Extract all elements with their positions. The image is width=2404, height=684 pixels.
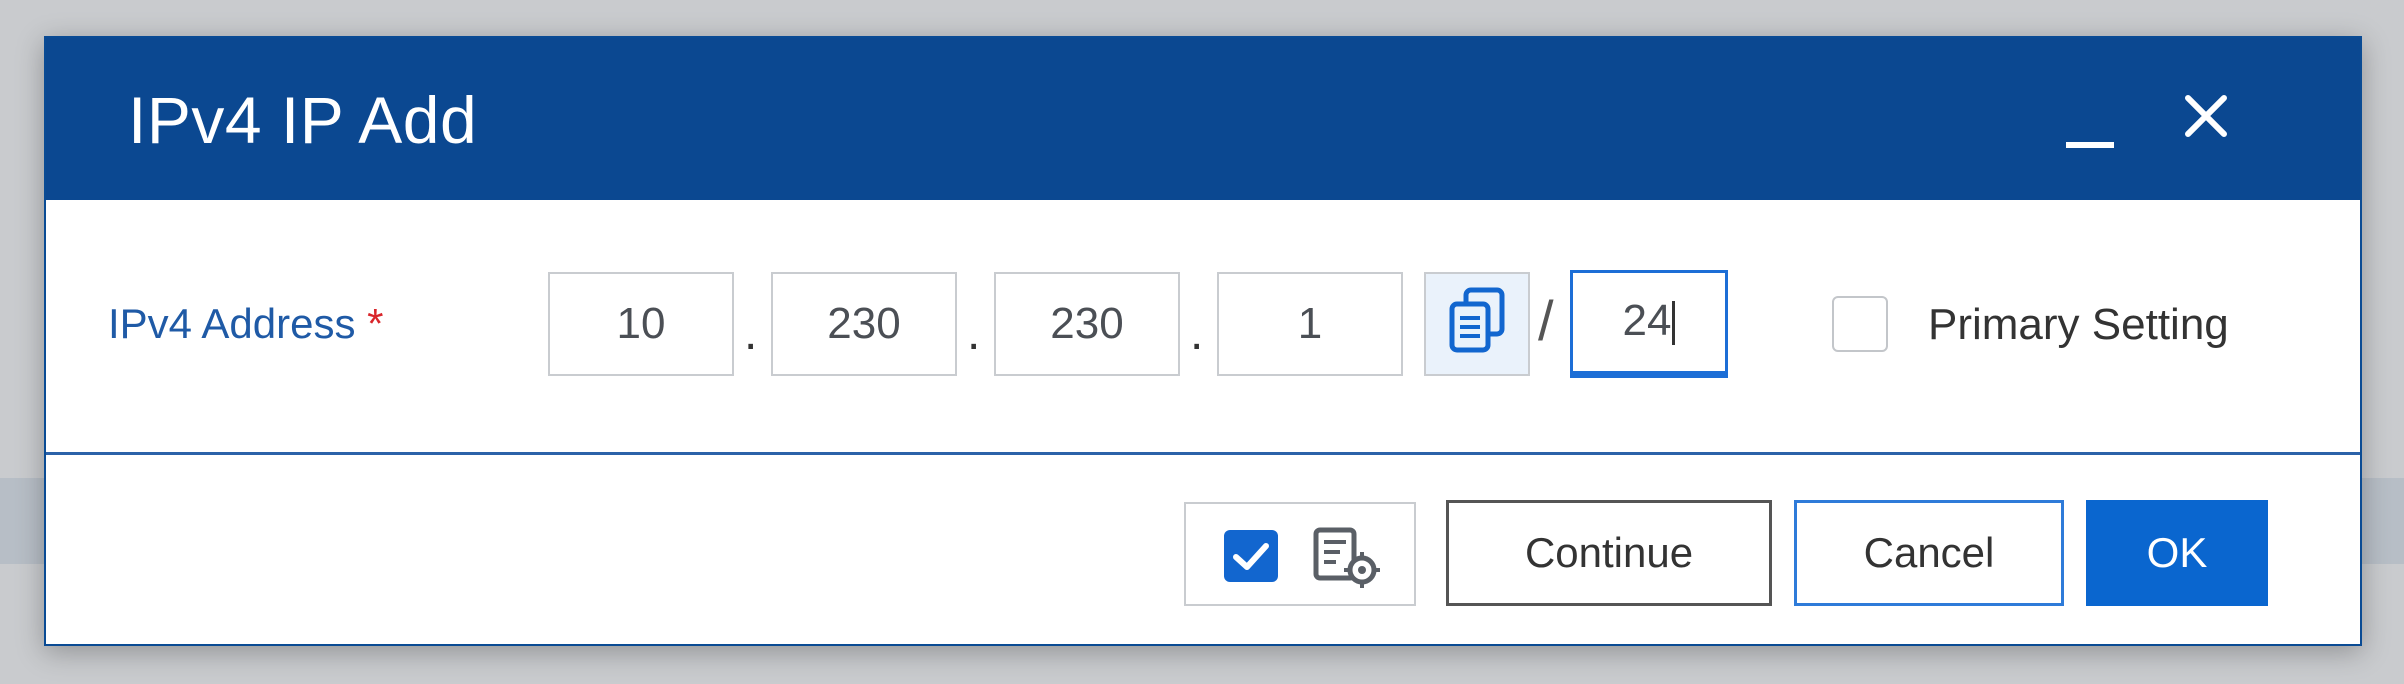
cancel-button[interactable]: Cancel: [1794, 500, 2064, 606]
checkmark-icon: [1233, 543, 1269, 570]
close-button[interactable]: [2176, 88, 2236, 148]
ipv4-address-label-text: IPv4 Address: [108, 300, 356, 347]
octet-separator: .: [1190, 307, 1204, 360]
dialog-titlebar: IPv4 IP Add: [46, 38, 2360, 200]
copy-button[interactable]: [1424, 272, 1530, 376]
text-caret: [1672, 301, 1676, 346]
continue-button[interactable]: Continue: [1446, 500, 1772, 606]
footer-option-group: [1184, 502, 1416, 606]
ip-octet-1-input[interactable]: 10: [548, 272, 734, 376]
dialog-title: IPv4 IP Add: [128, 83, 478, 157]
minimize-button[interactable]: [2058, 96, 2118, 156]
list-settings-button[interactable]: [1310, 524, 1384, 590]
ip-octet-4-input[interactable]: 1: [1217, 272, 1403, 376]
prefix-separator: /: [1538, 289, 1554, 352]
prefix-length-input[interactable]: 24: [1570, 270, 1728, 378]
primary-setting-checkbox[interactable]: [1832, 296, 1888, 352]
primary-setting-label: Primary Setting: [1928, 300, 2229, 349]
option-checkbox[interactable]: [1224, 530, 1278, 582]
footer-divider: [46, 452, 2360, 455]
ipv4-address-label: IPv4 Address *: [108, 300, 384, 348]
octet-separator: .: [744, 307, 758, 360]
prefix-length-value: 24: [1622, 296, 1672, 345]
list-settings-icon: [1313, 527, 1380, 588]
ip-octet-3-input[interactable]: 230: [994, 272, 1180, 376]
minimize-icon: [2066, 142, 2114, 148]
ok-button[interactable]: OK: [2086, 500, 2268, 606]
ipv4-add-dialog: IPv4 IP Add IPv4 Address * 10 . 230 . 23…: [44, 36, 2362, 646]
close-icon: [2185, 95, 2227, 137]
ip-octet-2-input[interactable]: 230: [771, 272, 957, 376]
copy-icon: [1449, 287, 1505, 353]
octet-separator: .: [967, 307, 981, 360]
required-mark: *: [367, 300, 384, 347]
